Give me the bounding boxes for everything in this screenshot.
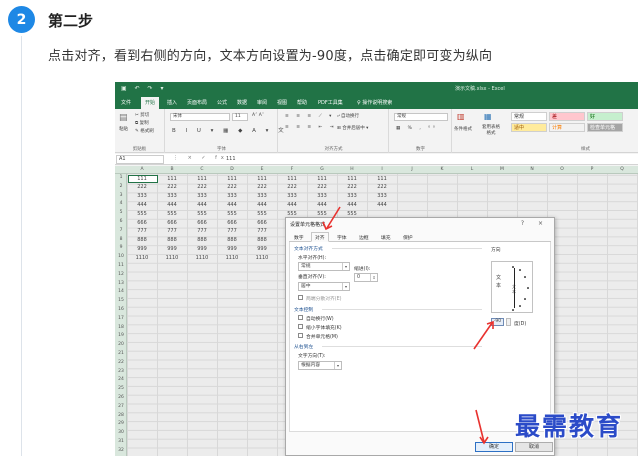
arrow-to-alignment-tab: [326, 206, 341, 229]
arrow-to-degrees: [473, 322, 493, 350]
annotation-arrows: [322, 206, 494, 445]
tutorial-step: 2 第二步 点击对齐，看到右侧的方向，文本方向设置为-90度，点击确定即可变为纵…: [0, 0, 638, 456]
watermark-logo: 最需教育: [515, 412, 624, 441]
red-arrows: [322, 206, 494, 445]
